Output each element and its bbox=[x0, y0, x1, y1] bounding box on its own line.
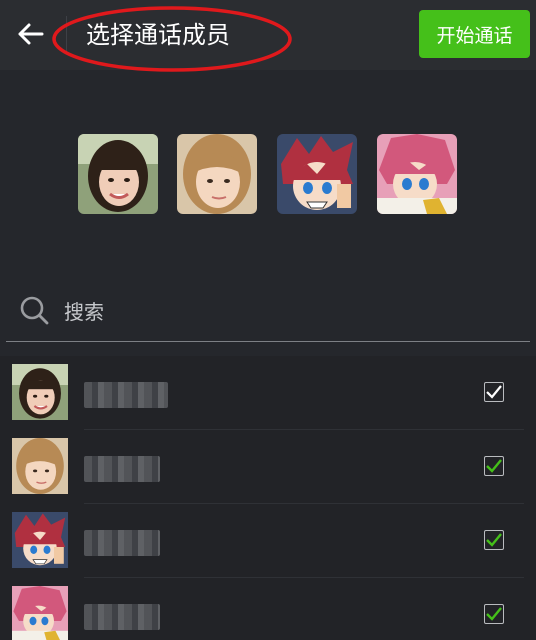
checkbox[interactable] bbox=[484, 530, 504, 550]
girl-avatar-icon bbox=[177, 134, 257, 214]
anime-avatar-icon bbox=[12, 586, 68, 640]
contact-name-blurred bbox=[84, 382, 168, 408]
anime-avatar-icon bbox=[377, 134, 457, 214]
anime-avatar-icon bbox=[12, 512, 68, 568]
contact-name-blurred bbox=[84, 456, 160, 482]
list-item[interactable] bbox=[0, 430, 536, 504]
checkbox[interactable] bbox=[484, 456, 504, 476]
check-icon bbox=[486, 385, 502, 399]
search-bar[interactable]: 搜索 bbox=[0, 282, 536, 346]
search-icon bbox=[20, 296, 49, 325]
back-button[interactable] bbox=[10, 14, 50, 54]
contact-list bbox=[0, 356, 536, 640]
top-bar: 选择通话成员 开始通话 bbox=[0, 0, 536, 70]
anime-avatar-icon bbox=[277, 134, 357, 214]
contact-name-blurred bbox=[84, 604, 160, 630]
back-arrow-icon bbox=[18, 23, 44, 45]
list-item[interactable] bbox=[0, 356, 536, 430]
selected-avatar[interactable] bbox=[277, 134, 357, 214]
avatar bbox=[12, 586, 68, 640]
check-icon bbox=[486, 533, 502, 547]
check-icon bbox=[486, 607, 502, 621]
selected-avatar[interactable] bbox=[377, 134, 457, 214]
selected-avatar[interactable] bbox=[78, 134, 158, 214]
search-placeholder: 搜索 bbox=[64, 300, 104, 324]
check-icon bbox=[486, 459, 502, 473]
selected-members bbox=[0, 70, 536, 280]
page-title: 选择通话成员 bbox=[86, 21, 230, 49]
list-item[interactable] bbox=[0, 504, 536, 578]
start-call-button[interactable]: 开始通话 bbox=[419, 10, 530, 58]
selected-avatar[interactable] bbox=[177, 134, 257, 214]
avatar bbox=[12, 512, 68, 568]
avatar bbox=[12, 438, 68, 494]
avatar bbox=[12, 364, 68, 420]
header-divider bbox=[66, 16, 67, 54]
girl-avatar-icon bbox=[12, 438, 68, 494]
girl-avatar-icon bbox=[12, 364, 68, 420]
search-underline bbox=[6, 341, 530, 342]
checkbox[interactable] bbox=[484, 604, 504, 624]
list-item[interactable] bbox=[0, 578, 536, 640]
girl-avatar-icon bbox=[78, 134, 158, 214]
checkbox[interactable] bbox=[484, 382, 504, 402]
contact-name-blurred bbox=[84, 530, 160, 556]
